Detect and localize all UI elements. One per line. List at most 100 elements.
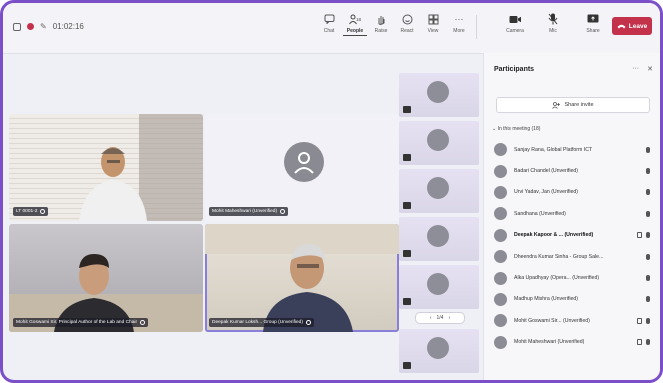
more-button[interactable]: ··· More — [447, 13, 471, 34]
mic-icon — [305, 320, 311, 325]
camera-label: Camera — [506, 28, 524, 34]
participant-name: Madhup Mishra (Unverified) — [514, 296, 579, 303]
app-window: ✎ 01:02:16 Chat 18 People Raise React Vi… — [0, 0, 663, 383]
list-item[interactable]: Madhup Mishra (Unverified) — [492, 289, 654, 310]
section-label: In this meeting (18) — [497, 126, 541, 132]
leave-button[interactable]: Leave — [612, 17, 652, 35]
add-person-icon — [552, 101, 561, 109]
view-button[interactable]: View — [421, 13, 445, 34]
mic-off-icon — [403, 154, 411, 161]
video-icon — [637, 317, 642, 324]
camera-icon — [509, 13, 521, 25]
react-button[interactable]: React — [395, 13, 419, 34]
mic-off-icon — [403, 202, 411, 209]
window-icon — [13, 22, 21, 31]
person-icon — [294, 152, 314, 174]
panel-title: Participants — [494, 66, 535, 73]
filmstrip-tile[interactable] — [399, 217, 479, 261]
mic-off-icon — [547, 13, 559, 25]
phone-icon — [617, 24, 626, 29]
avatar — [494, 271, 507, 285]
shield-icon: ✎ — [40, 22, 47, 31]
people-label: People — [343, 28, 367, 36]
mic-off-icon — [646, 253, 650, 260]
filmstrip-tile[interactable] — [399, 121, 479, 165]
camera-button[interactable]: Camera — [503, 13, 527, 34]
video-tile-4[interactable]: Deepak Kumar Loksh... Group (Unverified) — [205, 224, 399, 332]
meeting-timer: 01:02:16 — [52, 22, 84, 31]
share-invite-label: Share invite — [564, 102, 594, 108]
raise-hand-button[interactable]: Raise — [369, 13, 393, 34]
participant-name: Mohit Goswami Sir... (Unverified) — [514, 317, 590, 324]
participant-name: Alka Upadhyay (Opera... (Unverified) — [514, 275, 600, 282]
share-button[interactable]: Share — [581, 13, 605, 34]
view-label: View — [427, 28, 439, 34]
mic-button[interactable]: Mic — [541, 13, 565, 34]
list-item[interactable]: Mohit Goswami Sir... (Unverified) — [492, 310, 654, 331]
more-options-icon[interactable]: ··· — [632, 65, 639, 73]
participant-name: LT 0001-2 — [16, 209, 38, 214]
raise-label: Raise — [374, 28, 388, 34]
avatar — [494, 335, 507, 349]
participant-name: Dheendra Kumar Sinha - Group Sale... — [514, 253, 604, 260]
avatar — [284, 142, 324, 182]
participant-video — [9, 254, 203, 332]
participant-name: Urvi Yadav, Jan (Unverified) — [514, 189, 579, 196]
avatar — [427, 81, 449, 103]
list-item[interactable]: Alka Upadhyay (Opera... (Unverified) — [492, 267, 654, 288]
filmstrip-tile[interactable] — [399, 73, 479, 117]
chat-icon — [323, 13, 335, 25]
chevron-down-icon: ⌄ — [492, 126, 497, 132]
mic-icon — [40, 209, 46, 214]
people-count: 18 — [355, 16, 361, 22]
share-label: Share — [586, 28, 600, 34]
chevron-left-icon[interactable]: ‹ — [430, 315, 432, 321]
participant-name: Sandhana (Unverified) — [514, 210, 566, 217]
avatar — [494, 250, 507, 264]
mic-icon — [280, 209, 286, 214]
participant-name: Deepak Kapoor & ... (Unverified) — [514, 232, 594, 239]
avatar — [494, 143, 507, 157]
mic-off-icon — [403, 298, 411, 305]
avatar — [494, 292, 507, 306]
filmstrip-tile[interactable] — [399, 169, 479, 213]
avatar — [427, 273, 449, 295]
avatar — [494, 228, 507, 242]
participant-name-tag: Deepak Kumar Loksh... Group (Unverified) — [209, 318, 314, 327]
chevron-right-icon[interactable]: › — [448, 315, 450, 321]
mic-off-icon — [403, 362, 411, 369]
list-item[interactable]: Urvi Yadav, Jan (Unverified) — [492, 182, 654, 203]
mic-icon — [646, 317, 650, 324]
section-header[interactable]: ⌄ In this meeting (18) — [492, 126, 540, 132]
list-item[interactable]: Dheendra Kumar Sinha - Group Sale... — [492, 246, 654, 267]
list-item[interactable]: Badari Chandel (Unverified) — [492, 160, 654, 181]
mic-off-icon — [403, 106, 411, 113]
video-icon — [637, 339, 642, 346]
close-icon[interactable]: ✕ — [647, 65, 653, 73]
list-item[interactable]: Sanjay Rana, Global Platform ICT — [492, 139, 654, 160]
video-tile-3[interactable]: Mohit Goswami Sir, Principal Author of t… — [9, 224, 203, 332]
filmstrip-tile[interactable] — [399, 265, 479, 309]
people-icon: 18 — [349, 13, 361, 25]
list-item[interactable]: Deepak Kapoor & ... (Unverified) — [492, 225, 654, 246]
toolbar-divider — [476, 15, 477, 39]
mic-off-icon — [646, 210, 650, 217]
share-invite-button[interactable]: Share invite — [496, 97, 650, 113]
people-button[interactable]: 18 People — [343, 13, 367, 36]
list-item[interactable]: Mohit Maheshwari (Unverified) — [492, 332, 654, 353]
avatar — [494, 314, 507, 328]
participant-name: Mohit Maheshwari (Unverified) — [212, 209, 278, 214]
participant-name-tag: LT 0001-2 — [13, 207, 49, 216]
list-item[interactable]: Sandhana (Unverified) — [492, 203, 654, 224]
mic-off-icon — [646, 146, 650, 153]
more-label: More — [453, 28, 465, 34]
video-tile-1[interactable]: LT 0001-2 — [9, 114, 203, 221]
chat-label: Chat — [323, 28, 335, 34]
chat-button[interactable]: Chat — [317, 13, 341, 34]
recording-icon — [27, 23, 34, 30]
meeting-status: ✎ 01:02:16 — [13, 22, 84, 31]
video-tile-2[interactable]: Mohit Maheshwari (Unverified) — [205, 114, 399, 221]
participant-name: Mohit Maheshwari (Unverified) — [514, 339, 585, 346]
filmstrip-pager[interactable]: ‹ 1/4 › — [415, 312, 465, 324]
filmstrip-tile[interactable] — [399, 329, 479, 373]
